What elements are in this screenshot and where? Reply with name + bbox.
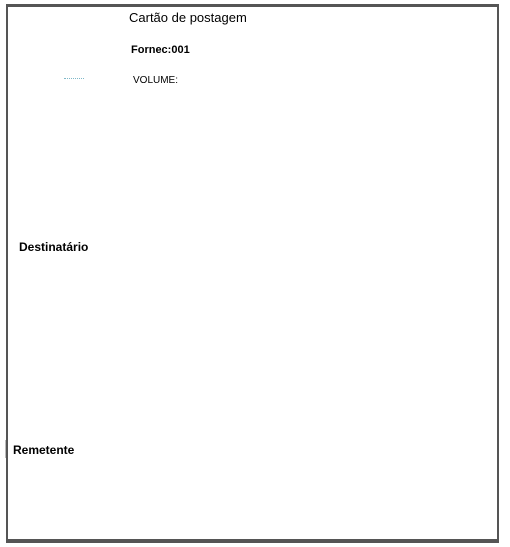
card-title: Cartão de postagem <box>129 10 247 25</box>
left-tick <box>5 440 6 458</box>
postage-card <box>6 4 499 543</box>
recipient-label: Destinatário <box>19 240 89 254</box>
volume-label: VOLUME: <box>133 75 179 86</box>
dotted-line <box>64 78 84 79</box>
sender-label: Remetente <box>13 443 75 457</box>
supplier-code: Fornec:001 <box>131 44 190 56</box>
